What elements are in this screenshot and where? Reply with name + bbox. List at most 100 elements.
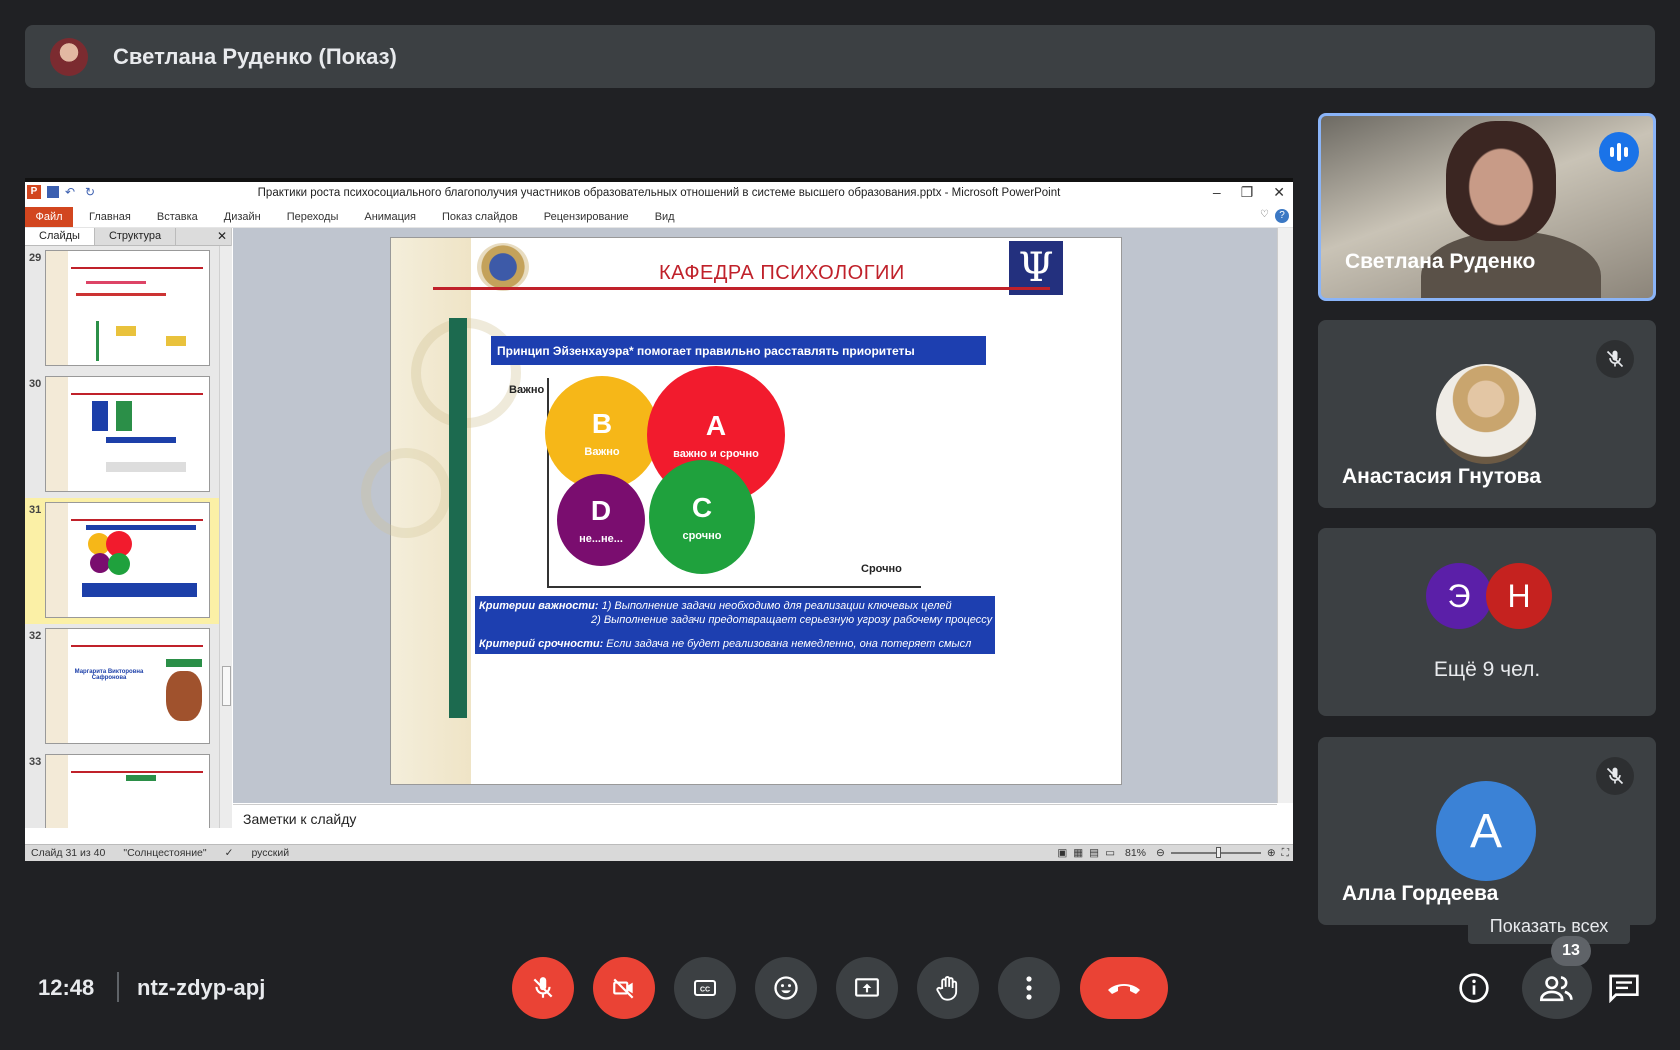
slide-thumb-32: 32 Маргарита Викторовна Сафронова <box>25 624 219 750</box>
circle-b: B Важно <box>545 376 659 490</box>
status-slide: Слайд 31 из 40 <box>31 847 106 859</box>
slide-banner: Принцип Эйзенхауэра* помогает правильно … <box>491 336 986 365</box>
captions-button[interactable]: CC <box>674 957 736 1019</box>
avatar: А <box>1436 781 1536 881</box>
thumb-number: 31 <box>29 504 42 516</box>
panel-close-icon: ✕ <box>216 229 227 243</box>
panel-tabs: Слайды Структура ✕ <box>25 228 231 246</box>
thumb-number: 30 <box>29 378 42 390</box>
shared-screen-powerpoint: P ↶ ↻ Практики роста психосоциального бл… <box>25 178 1293 861</box>
people-icon <box>1540 976 1573 1002</box>
zoom-in-icon: ⊕ <box>1266 847 1276 859</box>
slide-canvas: Ψ КАФЕДРА ПСИХОЛОГИИ Принцип Эйзенхауэра… <box>233 228 1277 803</box>
thumb-image: Маргарита Викторовна Сафронова <box>45 628 210 744</box>
criteria-box: Критерии важности: 1) Выполнение задачи … <box>475 596 995 654</box>
slide-scrollbar <box>1277 228 1293 803</box>
participant-tile-more[interactable]: Э Н Ещё 9 чел. <box>1318 528 1656 716</box>
participant-tile[interactable]: Анастасия Гнутова <box>1318 320 1656 508</box>
slide-31: Ψ КАФЕДРА ПСИХОЛОГИИ Принцип Эйзенхауэра… <box>361 238 1121 784</box>
avatar: Н <box>1486 563 1552 629</box>
raise-hand-button[interactable] <box>917 957 979 1019</box>
spellcheck-icon: ✓ <box>224 847 234 859</box>
reactions-button[interactable] <box>755 957 817 1019</box>
slide-header: КАФЕДРА ПСИХОЛОГИИ <box>659 262 905 284</box>
meeting-info-button[interactable] <box>1448 962 1500 1014</box>
camera-toggle-button[interactable] <box>593 957 655 1019</box>
crit1-line: Критерии важности: 1) Выполнение задачи … <box>479 600 952 612</box>
crit1-a: 1) Выполнение задачи необходимо для реал… <box>601 600 952 612</box>
mic-off-icon <box>1596 340 1634 378</box>
presenter-title: Светлана Руденко (Показ) <box>113 43 397 69</box>
ribbon-tab-home: Главная <box>89 210 131 223</box>
speaking-indicator-icon <box>1599 132 1639 172</box>
slide-thumbnails: 29 30 31 32 Маргарита Викторовна Сафроно… <box>25 246 219 828</box>
ppt-titlebar: P ↶ ↻ Практики роста психосоциального бл… <box>25 182 1293 206</box>
leave-call-button[interactable] <box>1080 957 1168 1019</box>
restore-icon: ❐ <box>1240 184 1254 200</box>
thumb-name: Маргарита Викторовна Сафронова <box>74 669 144 681</box>
circle-label: срочно <box>682 530 722 542</box>
circle-d: D не...не... <box>557 474 645 566</box>
emoji-icon <box>774 976 798 1000</box>
present-icon <box>855 978 879 997</box>
university-coat-of-arms-icon <box>477 243 529 291</box>
participant-name: Светлана Руденко <box>1345 250 1536 273</box>
ppt-statusbar: Слайд 31 из 40 "Солнцестояние" ✓ русский… <box>25 844 1293 861</box>
ribbon-tab-slideshow: Показ слайдов <box>442 210 518 223</box>
participant-tile[interactable]: А Алла Гордеева <box>1318 737 1656 925</box>
slide-thumb-30: 30 <box>25 372 219 498</box>
present-screen-button[interactable] <box>836 957 898 1019</box>
thumb-image <box>45 376 210 492</box>
view-slideshow-icon: ▭ <box>1105 847 1115 859</box>
participant-video <box>1446 121 1556 241</box>
chat-icon <box>1609 974 1639 1003</box>
mic-toggle-button[interactable] <box>512 957 574 1019</box>
presenter-avatar <box>50 37 88 76</box>
people-button[interactable] <box>1522 957 1592 1019</box>
hangup-icon <box>1108 984 1140 994</box>
view-normal-icon: ▣ <box>1057 847 1068 859</box>
more-vert-icon <box>1026 976 1032 1000</box>
ribbon-tab-view: Вид <box>654 210 675 223</box>
slides-panel: Слайды Структура ✕ 29 30 31 32 Маргарита… <box>25 228 232 828</box>
axis-label-urgent: Срочно <box>861 563 902 575</box>
crit1-b: 2) Выполнение задачи предотвращает серье… <box>591 614 993 626</box>
thumb-image <box>45 250 210 366</box>
ppt-window-title: Практики роста психосоциального благопол… <box>257 187 1061 199</box>
minimize-icon: – <box>1212 184 1221 200</box>
ribbon-tab-animation: Анимация <box>364 210 416 223</box>
slide-thumb-29: 29 <box>25 246 219 372</box>
participants-count-badge: 13 <box>1551 936 1591 966</box>
panel-tab-outline: Структура <box>95 228 177 245</box>
slide-header-line <box>433 287 1050 290</box>
more-participants-label: Ещё 9 чел. <box>1433 658 1541 681</box>
fit-window-icon: ⛶ <box>1281 846 1289 859</box>
panel-tab-slides: Слайды <box>25 228 95 245</box>
presenter-bar: Светлана Руденко (Показ) <box>25 25 1655 88</box>
help-icon: ? <box>1275 209 1289 223</box>
more-options-button[interactable] <box>998 957 1060 1019</box>
circle-letter: C <box>691 492 713 523</box>
slide-green-strip <box>449 318 467 718</box>
slide-notes: Заметки к слайду <box>233 804 1277 832</box>
circle-c: C срочно <box>649 460 755 574</box>
participant-name: Алла Гордеева <box>1342 882 1499 905</box>
circle-label: не...не... <box>579 533 623 545</box>
ribbon-file-tab: Файл <box>25 206 73 227</box>
mic-off-icon <box>533 977 553 998</box>
participant-tile-presenter[interactable]: Светлана Руденко <box>1318 113 1656 301</box>
crit1-head: Критерии важности: <box>479 600 599 612</box>
divider <box>117 972 119 1002</box>
slide-thumb-31: 31 <box>25 498 219 624</box>
circle-letter: B <box>591 408 613 439</box>
status-lang: русский <box>251 847 290 859</box>
ribbon-tab-review: Рецензирование <box>543 210 629 223</box>
view-reading-icon: ▤ <box>1089 847 1100 859</box>
crit2-head: Критерий срочности: <box>479 638 604 650</box>
ribbon-tab-design: Дизайн <box>223 210 261 223</box>
chat-button[interactable] <box>1598 962 1650 1014</box>
status-theme: "Солнцестояние" <box>123 847 207 859</box>
thumb-image <box>45 754 210 828</box>
circle-label: Важно <box>584 446 620 458</box>
mic-off-icon <box>1596 757 1634 795</box>
